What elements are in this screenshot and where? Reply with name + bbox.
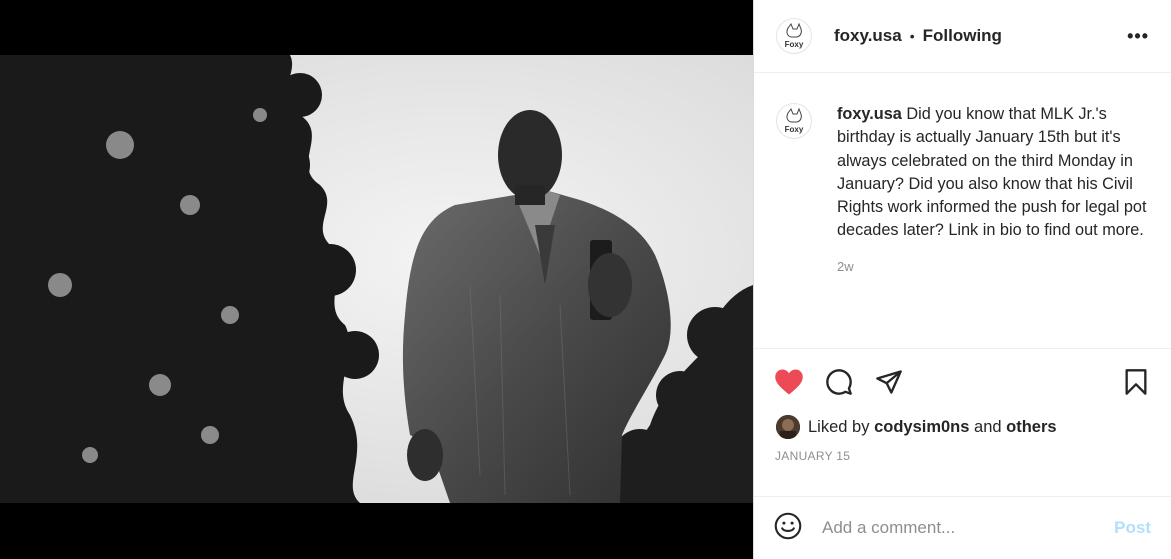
instagram-post: Foxy foxy.usa • Following ••• Foxy foxy.… <box>0 0 1171 559</box>
fox-logo-icon: Foxy <box>785 22 804 49</box>
caption-text: Did you know that MLK Jr.'s birthday is … <box>837 105 1147 240</box>
caption-body: foxy.usa Did you know that MLK Jr.'s bir… <box>837 103 1149 348</box>
profile-avatar[interactable]: Foxy <box>776 18 812 54</box>
following-button[interactable]: Following <box>923 26 1002 46</box>
liker-username[interactable]: codysim0ns <box>874 418 969 437</box>
share-icon[interactable] <box>874 367 904 397</box>
comment-input[interactable] <box>822 518 1115 538</box>
comment-icon[interactable] <box>824 367 854 397</box>
likes-others-link[interactable]: others <box>1006 418 1056 437</box>
caption-text-block: foxy.usa Did you know that MLK Jr.'s bir… <box>837 103 1149 243</box>
heart-filled-icon[interactable] <box>774 367 804 397</box>
post-sidebar: Foxy foxy.usa • Following ••• Foxy foxy.… <box>753 0 1171 559</box>
fox-logo-icon: Foxy <box>785 107 804 134</box>
action-bar <box>754 349 1171 415</box>
more-options-icon[interactable]: ••• <box>1127 26 1149 47</box>
post-date: JANUARY 15 <box>775 449 851 463</box>
statue-photo <box>0 55 753 503</box>
post-image[interactable] <box>0 0 753 559</box>
svg-text:Foxy: Foxy <box>785 40 804 49</box>
post-header: Foxy foxy.usa • Following ••• <box>754 0 1171 73</box>
smiley-icon[interactable] <box>774 512 802 545</box>
caption-time-ago: 2w <box>837 258 854 274</box>
svg-text:Foxy: Foxy <box>785 125 804 134</box>
separator-dot: • <box>909 28 915 44</box>
caption-username[interactable]: foxy.usa <box>837 105 902 123</box>
likes-summary: Liked by codysim0ns and others <box>754 415 1171 439</box>
post-comment-button[interactable]: Post <box>1114 518 1151 538</box>
header-username[interactable]: foxy.usa <box>834 26 902 46</box>
caption-avatar[interactable]: Foxy <box>776 103 812 139</box>
caption-section: Foxy foxy.usa Did you know that MLK Jr.'… <box>754 73 1171 349</box>
likes-and: and <box>974 417 1002 436</box>
liker-avatar[interactable] <box>776 415 800 439</box>
likes-prefix: Liked by <box>808 417 870 436</box>
comment-bar: Post <box>754 496 1171 559</box>
bookmark-icon[interactable] <box>1121 367 1151 397</box>
